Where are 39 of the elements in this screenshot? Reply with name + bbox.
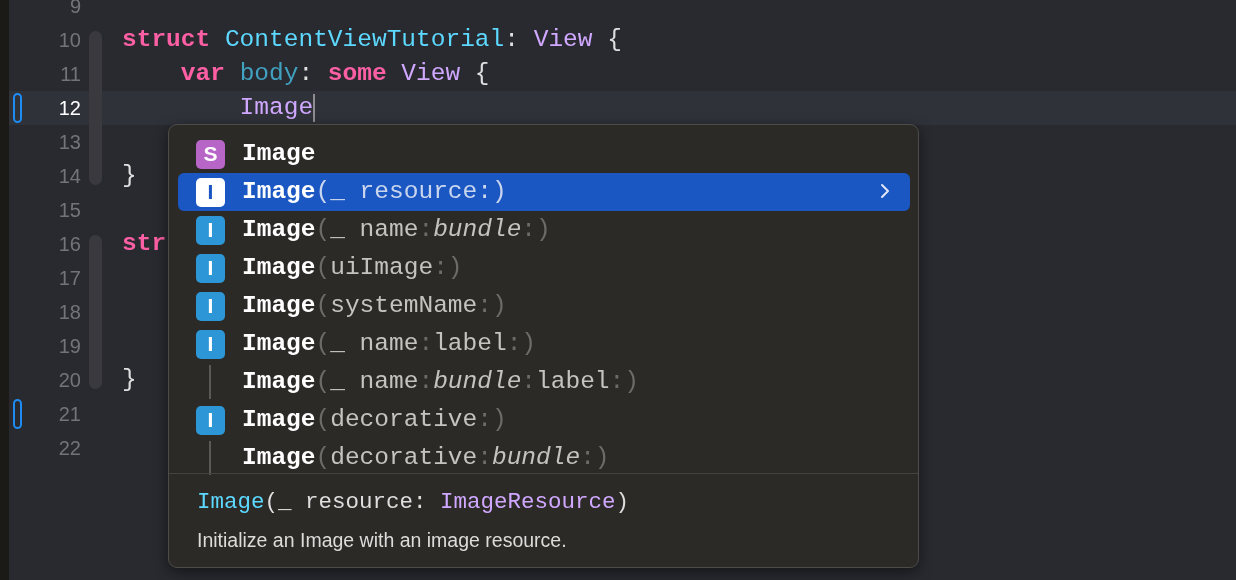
completion-item[interactable]: Image(decorative:bundle:) — [178, 439, 910, 477]
line-number: 19 — [57, 334, 81, 359]
line-number: 18 — [57, 300, 81, 325]
initializer-icon: I — [196, 405, 225, 435]
completion-item[interactable]: I Image(_ name:label:) — [178, 325, 910, 363]
line-number: 21 — [57, 402, 81, 427]
line-number: 15 — [57, 198, 81, 223]
line-number: 10 — [57, 28, 81, 53]
code-line: Image — [238, 93, 314, 123]
completion-item[interactable]: S Image — [178, 135, 910, 173]
initializer-icon: I — [196, 291, 225, 321]
completion-item[interactable]: I Image(_ resource:) — [178, 173, 910, 211]
code-line: var body: some View { — [179, 59, 490, 89]
completion-item[interactable]: I Image(_ name:bundle:) — [178, 211, 910, 249]
signature-text: Image(_ resource: ImageResource) — [197, 488, 631, 517]
struct-icon: S — [196, 139, 225, 169]
description-text: Initialize an Image with an image resource. — [197, 528, 568, 553]
completion-item[interactable]: Image(_ name:bundle:label:) — [178, 363, 910, 401]
completion-item[interactable]: I Image(decorative:) — [178, 401, 910, 439]
initializer-icon: I — [196, 253, 225, 283]
line-number: 9 — [68, 0, 81, 19]
code-line: } — [122, 365, 137, 395]
initializer-icon: I — [196, 177, 225, 207]
line-number: 16 — [57, 232, 81, 257]
line-number: 17 — [57, 266, 81, 291]
line-number: 20 — [57, 368, 81, 393]
completion-item[interactable]: I Image(uiImage:) — [178, 249, 910, 287]
chevron-right-icon — [880, 183, 890, 200]
line-number: 12 — [57, 96, 81, 121]
line-number: 13 — [57, 130, 81, 155]
line-number: 14 — [57, 164, 81, 189]
code-line: } — [122, 161, 137, 191]
line-number: 22 — [57, 436, 81, 461]
line-number: 11 — [59, 62, 81, 87]
code-line: struct ContentViewTutorial: View { — [122, 25, 622, 55]
initializer-icon: I — [196, 215, 225, 245]
code-line: str — [122, 229, 167, 259]
completion-item[interactable]: I Image(systemName:) — [178, 287, 910, 325]
initializer-icon: I — [196, 329, 225, 359]
